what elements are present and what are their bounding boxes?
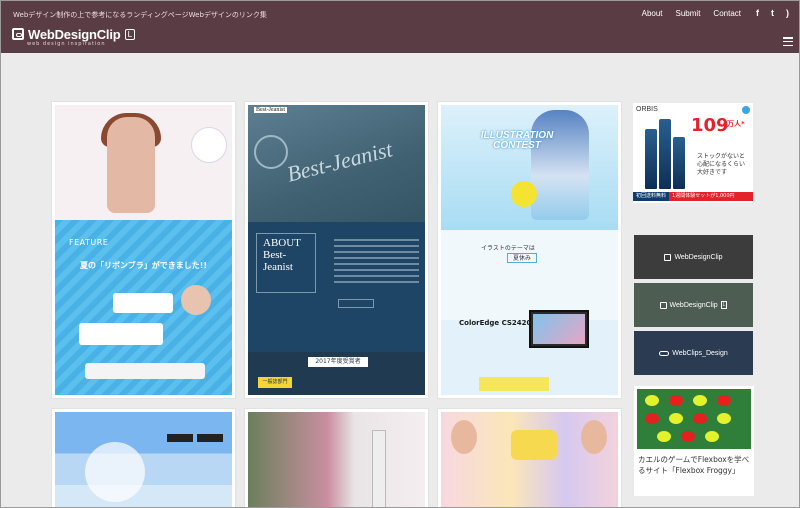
ad-brand: ORBIS [636,106,658,113]
logo-badge: L [124,28,135,40]
site-card-best-jeanist[interactable]: Best-Jeanist Best-Jeanist ABOUT Best-Jea… [245,102,428,398]
thumb-dept: 一般誌部門 [258,377,292,388]
thumb-feature-text: FEATURE [69,238,109,247]
ad-bottles-image [645,119,685,189]
rss-icon[interactable]: ) [786,8,789,18]
site-card-yokai-watch[interactable] [52,409,235,507]
clips-pill-icon [659,350,670,356]
site-thumbnail: Best-Jeanist Best-Jeanist ABOUT Best-Jea… [248,105,425,395]
site-thumbnail: ILLUSTRATION CONTEST イラストのテーマは 夏休み Color… [441,105,618,395]
site-card-campaign[interactable] [438,409,621,507]
sidebar-link-label: WebDesignClip [669,301,718,309]
logo-text: WebDesignClip [28,26,121,42]
page-frame: Webデザイン制作の上で参考になるランディングページWebデザインのリンク集 W… [0,0,800,508]
site-logo[interactable]: WebDesignClip L [12,26,135,42]
ad-banner[interactable]: ORBIS 109 万人* ストックがないと心配になるくらい大好きです 初回送料… [633,103,753,203]
ad-offer-bar: 初回送料無料 1週間体験セットが1,000円 [633,192,753,201]
froggy-caption[interactable]: カエルのゲームでFlexboxを学べるサイト「Flexbox Froggy」 [638,454,750,476]
logo-mark-icon [12,28,24,40]
thumb-theme-label: イラストのテーマは [481,245,535,252]
thumb-theme-value: 夏休み [507,253,537,263]
sidebar-link-badge: L [720,301,728,309]
sidebar-link-webdesignclip-l[interactable]: WebDesignClip L [634,283,753,327]
site-header: Webデザイン制作の上で参考になるランディングページWebデザインのリンク集 W… [1,1,799,53]
facebook-icon[interactable]: f [756,8,759,18]
thumb-brand: Best-Jeanist [254,107,287,113]
sidebar-article-flexbox-froggy[interactable]: カエルのゲームでFlexboxを学べるサイト「Flexbox Froggy」 [634,386,754,496]
site-card-albion[interactable] [245,409,428,507]
thumb-headline: 夏の「リボンブラ」ができました!! [79,261,208,270]
site-tagline: Webデザイン制作の上で参考になるランディングページWebデザインのリンク集 [13,11,267,19]
ad-count: 109 [691,115,729,136]
thumb-award: 2017年度受賞者 [308,357,368,367]
top-nav: About Submit Contact f t ) [642,8,789,18]
nav-submit[interactable]: Submit [676,9,701,18]
social-links: f t ) [756,8,789,18]
site-card-ribbon-bra[interactable]: FEATURE 夏の「リボンブラ」ができました!! [52,102,235,398]
ad-copy: ストックがないと心配になるくらい大好きです [697,153,746,176]
site-card-illustration-contest[interactable]: ILLUSTRATION CONTEST イラストのテーマは 夏休み Color… [438,102,621,398]
ad-left-bar: 初回送料無料 [633,192,670,201]
ad-info-icon[interactable] [742,106,750,114]
thumb-contest-title: ILLUSTRATION CONTEST [480,130,554,151]
site-thumbnail [55,412,232,507]
site-thumbnail: FEATURE 夏の「リボンブラ」ができました!! [55,105,232,395]
sidebar-link-webclips-design[interactable]: WebClips_Design [634,331,753,375]
twitter-icon[interactable]: t [771,8,774,18]
ad-right-bar: 1週間体験セットが1,000円 [669,192,753,201]
froggy-thumbnail [637,389,751,449]
site-thumbnail [441,412,618,507]
menu-icon[interactable] [783,37,793,46]
clip-logo-icon [659,301,667,309]
sidebar-link-label: WebClips_Design [672,349,728,357]
clip-logo-icon [664,253,672,261]
site-thumbnail [248,412,425,507]
sidebar-link-webdesignclip[interactable]: WebDesignClip [634,235,753,279]
thumb-about: ABOUT Best-Jeanist [256,233,316,293]
nav-contact[interactable]: Contact [713,9,741,18]
emblem-icon [254,135,288,169]
thumb-product: ColorEdge CS2420 [459,319,532,327]
ad-count-unit: 万人* [727,120,745,128]
sidebar-link-label: WebDesignClip [674,253,723,261]
nav-about[interactable]: About [642,9,663,18]
logo-subtitle: web design inspiration [27,41,106,47]
